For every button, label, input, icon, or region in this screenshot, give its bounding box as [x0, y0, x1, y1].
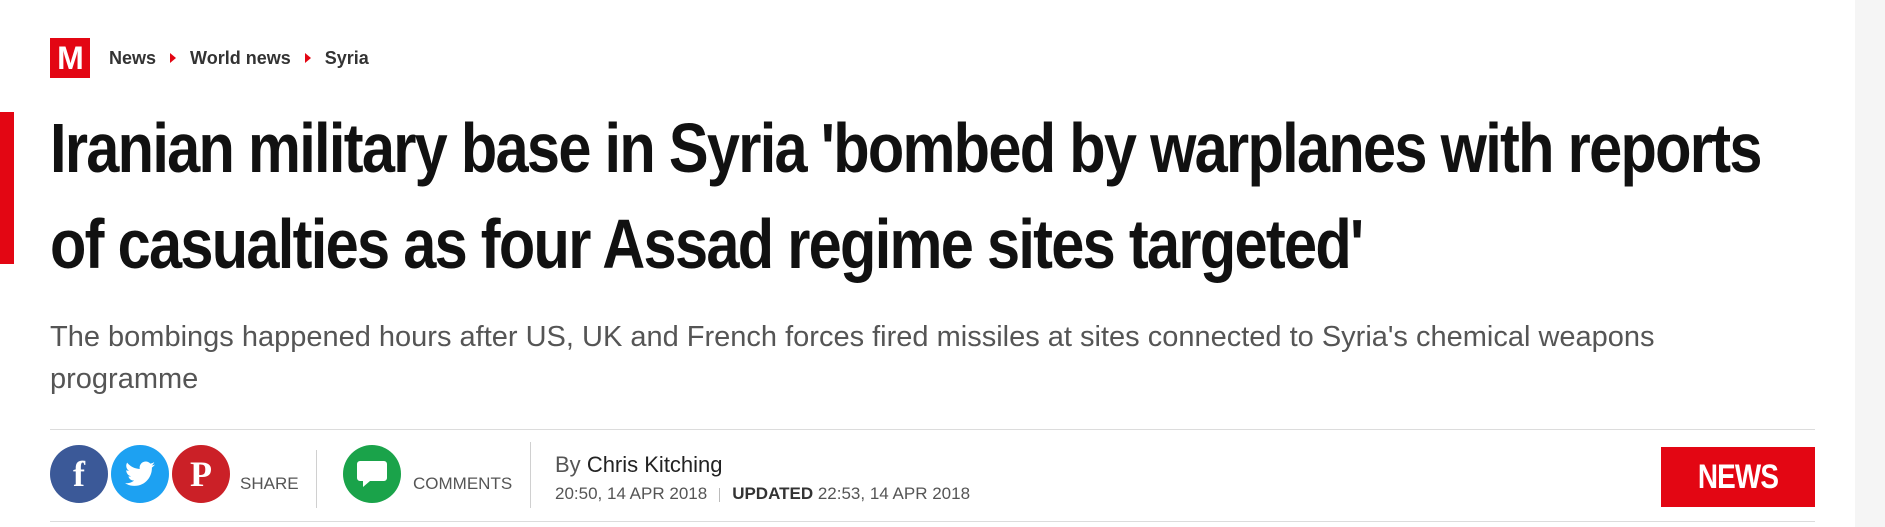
breadcrumb-item-syria[interactable]: Syria: [325, 48, 369, 69]
chevron-right-icon: [170, 53, 177, 63]
updated-label: UPDATED: [732, 484, 814, 503]
headline-accent-bar: [0, 112, 14, 264]
author-link[interactable]: Chris Kitching: [587, 452, 723, 477]
byline-prefix: By: [555, 452, 581, 477]
pinterest-icon: P: [190, 454, 212, 494]
article-meta-bar: f P SHARE COMMENTS By Chris Kitching 20:…: [50, 440, 1815, 510]
article-headline: Iranian military base in Syria 'bombed b…: [50, 109, 1762, 283]
publish-dates: 20:50, 14 APR 2018 UPDATED 22:53, 14 APR …: [555, 484, 970, 504]
article-standfirst: The bombings happened hours after US, UK…: [50, 321, 1655, 395]
date-separator: [719, 487, 721, 502]
breadcrumb-item-news[interactable]: News: [109, 48, 156, 69]
mirror-logo[interactable]: M: [50, 38, 90, 78]
comments-button[interactable]: [343, 445, 401, 503]
facebook-share-button[interactable]: f: [50, 445, 108, 503]
comments-link[interactable]: COMMENTS: [413, 474, 512, 494]
chevron-right-icon: [304, 53, 311, 63]
facebook-icon: f: [73, 454, 85, 494]
article-header: M News World news Syria Iranian military…: [0, 0, 1855, 527]
section-badge-label: NEWS: [1697, 457, 1779, 496]
byline: By Chris Kitching: [555, 452, 723, 478]
pinterest-share-button[interactable]: P: [172, 445, 230, 503]
meta-divider: [530, 442, 531, 508]
updated-time: 22:53, 14 APR 2018: [817, 484, 971, 503]
published-time: 20:50, 14 APR 2018: [555, 484, 708, 503]
share-label: SHARE: [240, 474, 299, 493]
comment-bubble-icon: [357, 461, 387, 487]
divider-top: [50, 429, 1815, 430]
meta-divider: [316, 450, 317, 508]
twitter-share-button[interactable]: [111, 445, 169, 503]
breadcrumb-item-world-news[interactable]: World news: [190, 48, 291, 69]
divider-bottom: [50, 521, 1815, 522]
section-badge-news[interactable]: NEWS: [1661, 447, 1815, 507]
breadcrumb: M News World news Syria: [50, 38, 369, 78]
twitter-icon: [125, 461, 155, 486]
